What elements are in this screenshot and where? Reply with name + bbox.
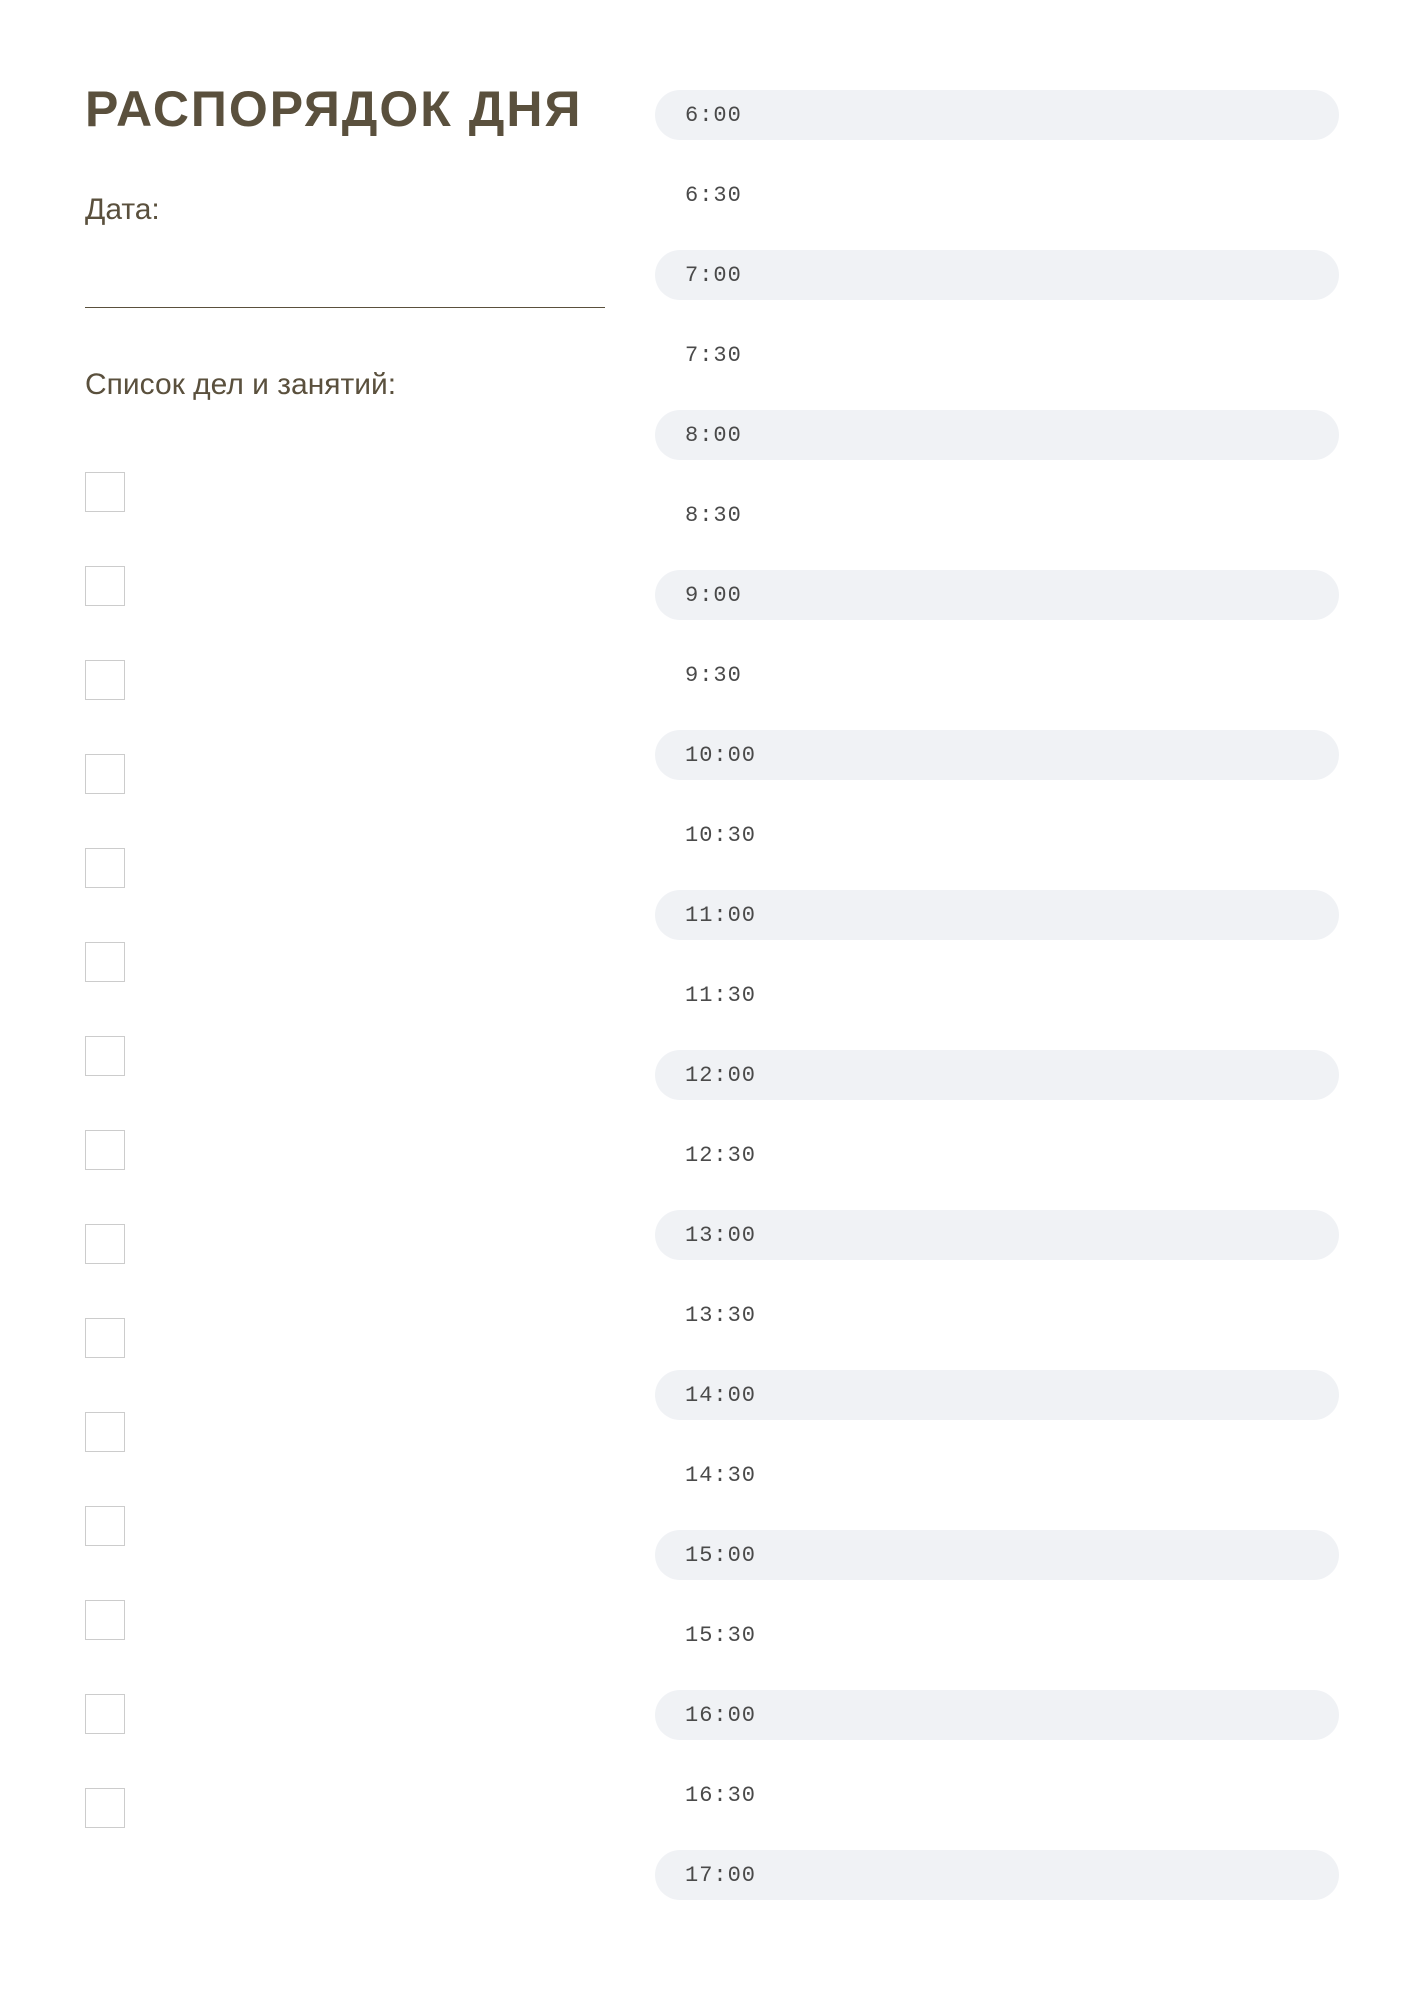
task-checkbox[interactable] bbox=[85, 1036, 125, 1076]
time-slot[interactable]: 13:00 bbox=[655, 1210, 1339, 1260]
date-label: Дата: bbox=[85, 193, 605, 227]
time-slot[interactable]: 14:00 bbox=[655, 1370, 1339, 1420]
checkbox-item bbox=[85, 1036, 605, 1076]
time-slot-label: 6:00 bbox=[685, 103, 742, 128]
time-slot[interactable]: 14:30 bbox=[655, 1450, 1339, 1500]
time-slot[interactable]: 6:00 bbox=[655, 90, 1339, 140]
checkbox-item bbox=[85, 848, 605, 888]
time-slot-label: 8:30 bbox=[685, 503, 742, 528]
task-checkbox[interactable] bbox=[85, 566, 125, 606]
time-slot[interactable]: 12:00 bbox=[655, 1050, 1339, 1100]
time-slot[interactable]: 16:30 bbox=[655, 1770, 1339, 1820]
tasks-label: Список дел и занятий: bbox=[85, 368, 605, 402]
time-slot-label: 9:00 bbox=[685, 583, 742, 608]
task-checkbox[interactable] bbox=[85, 1318, 125, 1358]
checkbox-item bbox=[85, 1788, 605, 1828]
checkbox-item bbox=[85, 754, 605, 794]
time-slot-label: 17:00 bbox=[685, 1863, 756, 1888]
time-slot-label: 9:30 bbox=[685, 663, 742, 688]
time-slot[interactable]: 15:00 bbox=[655, 1530, 1339, 1580]
time-slot-label: 10:00 bbox=[685, 743, 756, 768]
task-checkbox[interactable] bbox=[85, 754, 125, 794]
task-checkbox[interactable] bbox=[85, 1412, 125, 1452]
time-slot[interactable]: 11:30 bbox=[655, 970, 1339, 1020]
checkbox-list bbox=[85, 472, 605, 1828]
time-slot-label: 15:30 bbox=[685, 1623, 756, 1648]
task-checkbox[interactable] bbox=[85, 472, 125, 512]
time-slot[interactable]: 11:00 bbox=[655, 890, 1339, 940]
checkbox-item bbox=[85, 566, 605, 606]
time-slot[interactable]: 17:00 bbox=[655, 1850, 1339, 1900]
page-title: РАСПОРЯДОК ДНЯ bbox=[85, 80, 605, 138]
time-slot[interactable]: 7:00 bbox=[655, 250, 1339, 300]
checkbox-item bbox=[85, 1130, 605, 1170]
time-slot-label: 6:30 bbox=[685, 183, 742, 208]
time-slot-label: 14:30 bbox=[685, 1463, 756, 1488]
time-slot-label: 14:00 bbox=[685, 1383, 756, 1408]
checkbox-item bbox=[85, 1224, 605, 1264]
task-checkbox[interactable] bbox=[85, 1224, 125, 1264]
time-slot-label: 7:30 bbox=[685, 343, 742, 368]
time-slot[interactable]: 7:30 bbox=[655, 330, 1339, 380]
checkbox-item bbox=[85, 1600, 605, 1640]
checkbox-item bbox=[85, 660, 605, 700]
time-slot[interactable]: 13:30 bbox=[655, 1290, 1339, 1340]
time-slot-label: 13:00 bbox=[685, 1223, 756, 1248]
time-slot[interactable]: 12:30 bbox=[655, 1130, 1339, 1180]
checkbox-item bbox=[85, 942, 605, 982]
time-slot-label: 10:30 bbox=[685, 823, 756, 848]
time-slot-label: 16:00 bbox=[685, 1703, 756, 1728]
task-checkbox[interactable] bbox=[85, 1130, 125, 1170]
task-checkbox[interactable] bbox=[85, 942, 125, 982]
time-slot[interactable]: 8:00 bbox=[655, 410, 1339, 460]
time-slot[interactable]: 10:00 bbox=[655, 730, 1339, 780]
time-slot[interactable]: 15:30 bbox=[655, 1610, 1339, 1660]
time-slot-label: 12:30 bbox=[685, 1143, 756, 1168]
checkbox-item bbox=[85, 472, 605, 512]
time-slot[interactable]: 9:00 bbox=[655, 570, 1339, 620]
checkbox-item bbox=[85, 1694, 605, 1734]
time-slot-label: 15:00 bbox=[685, 1543, 756, 1568]
time-slot-label: 16:30 bbox=[685, 1783, 756, 1808]
time-slot[interactable]: 16:00 bbox=[655, 1690, 1339, 1740]
task-checkbox[interactable] bbox=[85, 1694, 125, 1734]
time-slot-label: 8:00 bbox=[685, 423, 742, 448]
time-slot[interactable]: 9:30 bbox=[655, 650, 1339, 700]
time-slot-label: 7:00 bbox=[685, 263, 742, 288]
time-slot[interactable]: 6:30 bbox=[655, 170, 1339, 220]
checkbox-item bbox=[85, 1412, 605, 1452]
checkbox-item bbox=[85, 1318, 605, 1358]
checkbox-item bbox=[85, 1506, 605, 1546]
time-slot[interactable]: 10:30 bbox=[655, 810, 1339, 860]
time-slots: 6:00 6:30 7:00 7:30 8:00 8:30 9:00 9:30 10:00 10:… bbox=[655, 90, 1339, 1900]
time-slot-label: 12:00 bbox=[685, 1063, 756, 1088]
task-checkbox[interactable] bbox=[85, 848, 125, 888]
divider bbox=[85, 307, 605, 308]
left-column: РАСПОРЯДОК ДНЯ Дата: Список дел и заняти… bbox=[85, 80, 605, 1920]
time-slot-label: 11:30 bbox=[685, 983, 756, 1008]
time-slot-label: 13:30 bbox=[685, 1303, 756, 1328]
task-checkbox[interactable] bbox=[85, 1788, 125, 1828]
time-slot-label: 11:00 bbox=[685, 903, 756, 928]
task-checkbox[interactable] bbox=[85, 660, 125, 700]
task-checkbox[interactable] bbox=[85, 1600, 125, 1640]
right-column: 6:00 6:30 7:00 7:30 8:00 8:30 9:00 9:30 10:00 10:… bbox=[655, 80, 1339, 1920]
time-slot[interactable]: 8:30 bbox=[655, 490, 1339, 540]
task-checkbox[interactable] bbox=[85, 1506, 125, 1546]
